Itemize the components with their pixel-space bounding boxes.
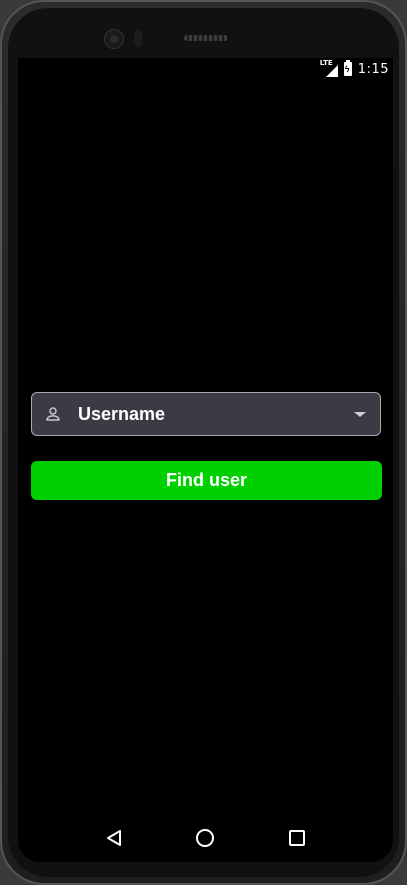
status-clock: 1:15 (357, 61, 389, 77)
home-circle-icon (196, 829, 215, 847)
dropdown-caret-icon (354, 411, 366, 417)
username-dropdown[interactable]: Username (31, 392, 381, 436)
person-icon (44, 405, 62, 423)
proximity-sensor (134, 29, 142, 47)
status-bar: LTE ϟ 1:15 (18, 58, 393, 80)
screen: LTE ϟ 1:15 Username Find user (18, 58, 393, 862)
battery-charging-icon: ϟ (343, 60, 352, 76)
recents-square-icon (289, 830, 306, 846)
recents-button[interactable] (277, 818, 317, 858)
navigation-bar (18, 814, 393, 862)
signal-strength-icon (325, 65, 338, 77)
find-user-button[interactable]: Find user (31, 461, 382, 500)
back-button[interactable] (94, 818, 134, 858)
home-button[interactable] (185, 818, 225, 858)
phone-frame: LTE ϟ 1:15 Username Find user (0, 0, 407, 885)
username-value: Username (78, 403, 166, 424)
earpiece-speaker (184, 35, 228, 41)
lte-signal-icon: LTE (320, 59, 338, 77)
back-triangle-icon (106, 830, 121, 846)
front-camera (104, 29, 124, 49)
